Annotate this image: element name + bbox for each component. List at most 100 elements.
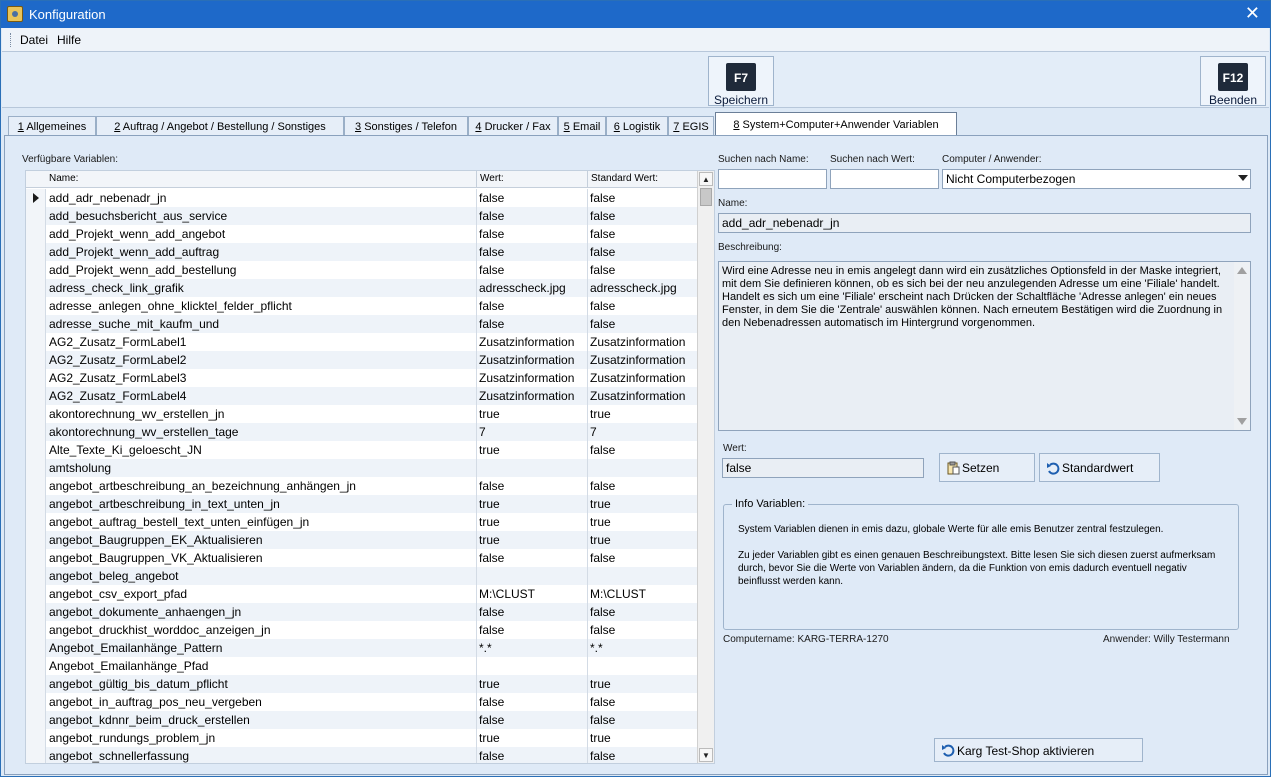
table-row[interactable]: AG2_Zusatz_FormLabel2 Zusatzinformation Zu… (26, 351, 698, 369)
setzen-button[interactable]: Setzen (939, 453, 1035, 482)
cell-wert[interactable]: false (479, 605, 585, 619)
table-row[interactable]: angebot_Baugruppen_VK_Aktualisieren false… (26, 549, 698, 567)
cell-wert[interactable]: false (479, 191, 585, 205)
cell-std[interactable]: Zusatzinformation (590, 389, 696, 403)
row-indicator[interactable] (26, 207, 46, 225)
cell-wert[interactable]: 7 (479, 425, 585, 439)
cell-wert[interactable]: *.* (479, 641, 585, 655)
tab-egis[interactable]: 7 EGIS (668, 116, 714, 136)
cell-wert[interactable]: false (479, 749, 585, 763)
row-indicator[interactable] (26, 495, 46, 513)
cell-wert[interactable]: false (479, 245, 585, 259)
table-row[interactable]: add_Projekt_wenn_add_bestellung false fals… (26, 261, 698, 279)
table-row[interactable]: Angebot_Emailanhänge_Pattern *.* *.* (26, 639, 698, 657)
row-indicator[interactable] (26, 603, 46, 621)
cell-std[interactable]: false (590, 749, 696, 763)
cell-wert[interactable]: Zusatzinformation (479, 353, 585, 367)
table-row[interactable]: akontorechnung_wv_erstellen_tage 7 7 (26, 423, 698, 441)
beschreibung-textarea[interactable]: Wird eine Adresse neu in emis angelegt d… (718, 261, 1251, 431)
menu-hilfe[interactable]: Hilfe (57, 33, 81, 47)
cell-std[interactable]: true (590, 515, 696, 529)
cell-wert[interactable]: Zusatzinformation (479, 335, 585, 349)
row-indicator[interactable] (26, 261, 46, 279)
table-row[interactable]: angebot_artbeschreibung_in_text_unten_jn… (26, 495, 698, 513)
row-indicator[interactable] (26, 423, 46, 441)
cell-name[interactable]: add_Projekt_wenn_add_bestellung (49, 263, 474, 277)
table-row[interactable]: Alte_Texte_Ki_geloescht_JN true false (26, 441, 698, 459)
tab-allgemeines[interactable]: 1 Allgemeines (8, 116, 96, 136)
table-row[interactable]: angebot_dokumente_anhaengen_jn false false (26, 603, 698, 621)
table-row[interactable]: angebot_csv_export_pfad M:\CLUST M:\CLUST (26, 585, 698, 603)
cell-wert[interactable]: false (479, 263, 585, 277)
cell-std[interactable]: adresscheck.jpg (590, 281, 696, 295)
cell-std[interactable]: false (590, 695, 696, 709)
table-row[interactable]: angebot_beleg_angebot (26, 567, 698, 585)
cell-wert[interactable]: false (479, 299, 585, 313)
row-indicator[interactable] (26, 513, 46, 531)
row-indicator[interactable] (26, 639, 46, 657)
table-row[interactable]: add_adr_nebenadr_jn false false (26, 189, 698, 207)
cell-wert[interactable]: true (479, 407, 585, 421)
cell-name[interactable]: angebot_kdnnr_beim_druck_erstellen (49, 713, 474, 727)
row-indicator[interactable] (26, 477, 46, 495)
table-row[interactable]: add_Projekt_wenn_add_auftrag false false (26, 243, 698, 261)
table-row[interactable]: AG2_Zusatz_FormLabel1 Zusatzinformation Zu… (26, 333, 698, 351)
row-indicator[interactable] (26, 459, 46, 477)
col-wert-header[interactable]: Wert: (480, 173, 504, 184)
col-std-header[interactable]: Standard Wert: (591, 173, 658, 184)
cell-name[interactable]: angebot_gültig_bis_datum_pflicht (49, 677, 474, 691)
tab-sonstiges[interactable]: 3 Sonstiges / Telefon (344, 116, 468, 136)
tab-email[interactable]: 5 Email (558, 116, 606, 136)
cell-wert[interactable]: false (479, 227, 585, 241)
cell-name[interactable]: add_besuchsbericht_aus_service (49, 209, 474, 223)
col-name-header[interactable]: Name: (49, 173, 78, 184)
grid-scrollbar[interactable]: ▲ ▼ (697, 171, 714, 763)
cell-name[interactable]: AG2_Zusatz_FormLabel2 (49, 353, 474, 367)
scroll-down-icon[interactable]: ▼ (699, 748, 713, 762)
cell-wert[interactable]: false (479, 209, 585, 223)
cell-name[interactable]: angebot_Baugruppen_VK_Aktualisieren (49, 551, 474, 565)
cell-wert[interactable]: true (479, 533, 585, 547)
cell-name[interactable]: AG2_Zusatz_FormLabel1 (49, 335, 474, 349)
name-field[interactable]: add_adr_nebenadr_jn (718, 213, 1251, 233)
cell-std[interactable]: Zusatzinformation (590, 371, 696, 385)
cell-std[interactable]: false (590, 479, 696, 493)
row-indicator[interactable] (26, 441, 46, 459)
table-row[interactable]: AG2_Zusatz_FormLabel3 Zusatzinformation Zu… (26, 369, 698, 387)
wert-field[interactable]: false (722, 458, 924, 478)
cell-name[interactable]: angebot_rundungs_problem_jn (49, 731, 474, 745)
cell-std[interactable]: false (590, 605, 696, 619)
table-row[interactable]: adresse_suche_mit_kaufm_und false false (26, 315, 698, 333)
cell-name[interactable]: adresse_suche_mit_kaufm_und (49, 317, 474, 331)
computer-select[interactable]: Nicht Computerbezogen (942, 169, 1251, 189)
row-indicator[interactable] (26, 675, 46, 693)
cell-wert[interactable]: false (479, 695, 585, 709)
testshop-button[interactable]: Karg Test-Shop aktivieren (934, 738, 1143, 762)
cell-wert[interactable]: false (479, 713, 585, 727)
table-row[interactable]: angebot_schnellerfassung false false (26, 747, 698, 763)
table-row[interactable]: angebot_in_auftrag_pos_neu_vergeben false… (26, 693, 698, 711)
cell-std[interactable]: true (590, 731, 696, 745)
cell-wert[interactable]: false (479, 551, 585, 565)
standardwert-button[interactable]: Standardwert (1039, 453, 1160, 482)
row-indicator[interactable] (26, 225, 46, 243)
row-indicator[interactable] (26, 279, 46, 297)
cell-name[interactable]: add_adr_nebenadr_jn (49, 191, 474, 205)
table-row[interactable]: angebot_druckhist_worddoc_anzeigen_jn fal… (26, 621, 698, 639)
chevron-down-icon[interactable] (1238, 175, 1248, 181)
current-row-indicator-icon[interactable] (26, 189, 46, 207)
cell-std[interactable]: false (590, 227, 696, 241)
cell-std[interactable]: Zusatzinformation (590, 335, 696, 349)
cell-name[interactable]: Angebot_Emailanhänge_Pattern (49, 641, 474, 655)
cell-name[interactable]: adress_check_link_grafik (49, 281, 474, 295)
cell-name[interactable]: angebot_auftrag_bestell_text_unten_einfü… (49, 515, 474, 529)
cell-name[interactable]: angebot_csv_export_pfad (49, 587, 474, 601)
cell-std[interactable]: false (590, 443, 696, 457)
cell-std[interactable]: false (590, 209, 696, 223)
cell-name[interactable]: angebot_schnellerfassung (49, 749, 474, 763)
search-wert-input[interactable] (830, 169, 939, 189)
cell-std[interactable]: 7 (590, 425, 696, 439)
row-indicator[interactable] (26, 405, 46, 423)
cell-name[interactable]: angebot_dokumente_anhaengen_jn (49, 605, 474, 619)
cell-name[interactable]: angebot_in_auftrag_pos_neu_vergeben (49, 695, 474, 709)
